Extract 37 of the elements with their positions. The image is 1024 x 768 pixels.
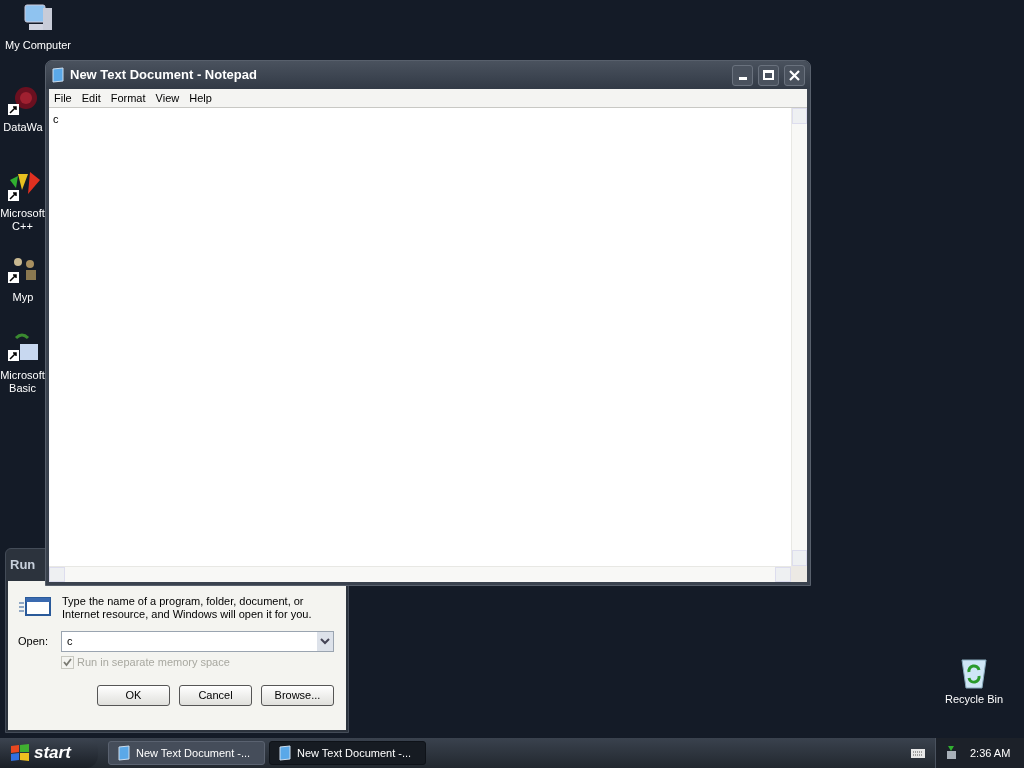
dialog-button[interactable]: Cancel: [179, 684, 252, 706]
window-title: New Text Document - Notepad: [70, 66, 258, 85]
dialog-description: Type the name of a program, folder, document, or Internet resource, and Windows will open it for you.: [62, 595, 313, 621]
close-icon: [789, 69, 800, 81]
notepad-icon: [117, 745, 131, 761]
desktop-icon-label[interactable]: Recycle Bin: [944, 693, 1004, 706]
close-button[interactable]: [784, 64, 805, 86]
minimize-button[interactable]: [732, 64, 753, 86]
horizontal-scrollbar[interactable]: [49, 566, 791, 582]
keyboard-icon[interactable]: [911, 747, 925, 759]
dialog-title: Run: [10, 556, 36, 575]
dialog-button[interactable]: Browse...: [261, 684, 334, 706]
vertical-scrollbar[interactable]: [791, 108, 807, 566]
menu-item[interactable]: Help: [184, 89, 217, 107]
compiler-icon: [5, 170, 40, 204]
taskbar-button[interactable]: New Text Document -...: [108, 741, 265, 765]
desktop-icon-label[interactable]: Myp: [12, 291, 34, 304]
desktop-icon-label[interactable]: DataWa: [3, 121, 43, 134]
checkbox-label: Run in separate memory space: [77, 655, 230, 670]
desktop-icon-label[interactable]: Microsoft C++: [0, 207, 45, 233]
menu-item[interactable]: Edit: [76, 89, 106, 107]
desktop-icon-label[interactable]: Microsoft Basic: [0, 369, 45, 395]
run-icon: [18, 595, 52, 619]
open-combo-box[interactable]: c: [61, 631, 334, 652]
taskbar-button[interactable]: New Text Document -...: [269, 741, 426, 765]
dialog-button[interactable]: OK: [97, 684, 170, 706]
clock: 2:36 AM: [970, 745, 1011, 761]
open-label: Open:: [18, 634, 49, 650]
network-icon: [6, 84, 40, 118]
desktop-icon-label[interactable]: My Computer: [5, 39, 71, 52]
menu-item[interactable]: View: [150, 89, 185, 107]
menu-item[interactable]: Format: [105, 89, 151, 107]
notepad-icon: [51, 67, 65, 83]
maximize-button[interactable]: [758, 64, 779, 86]
menu-item[interactable]: File: [49, 89, 77, 107]
notepad-icon: [278, 745, 292, 761]
windows-logo-icon: [10, 744, 30, 762]
